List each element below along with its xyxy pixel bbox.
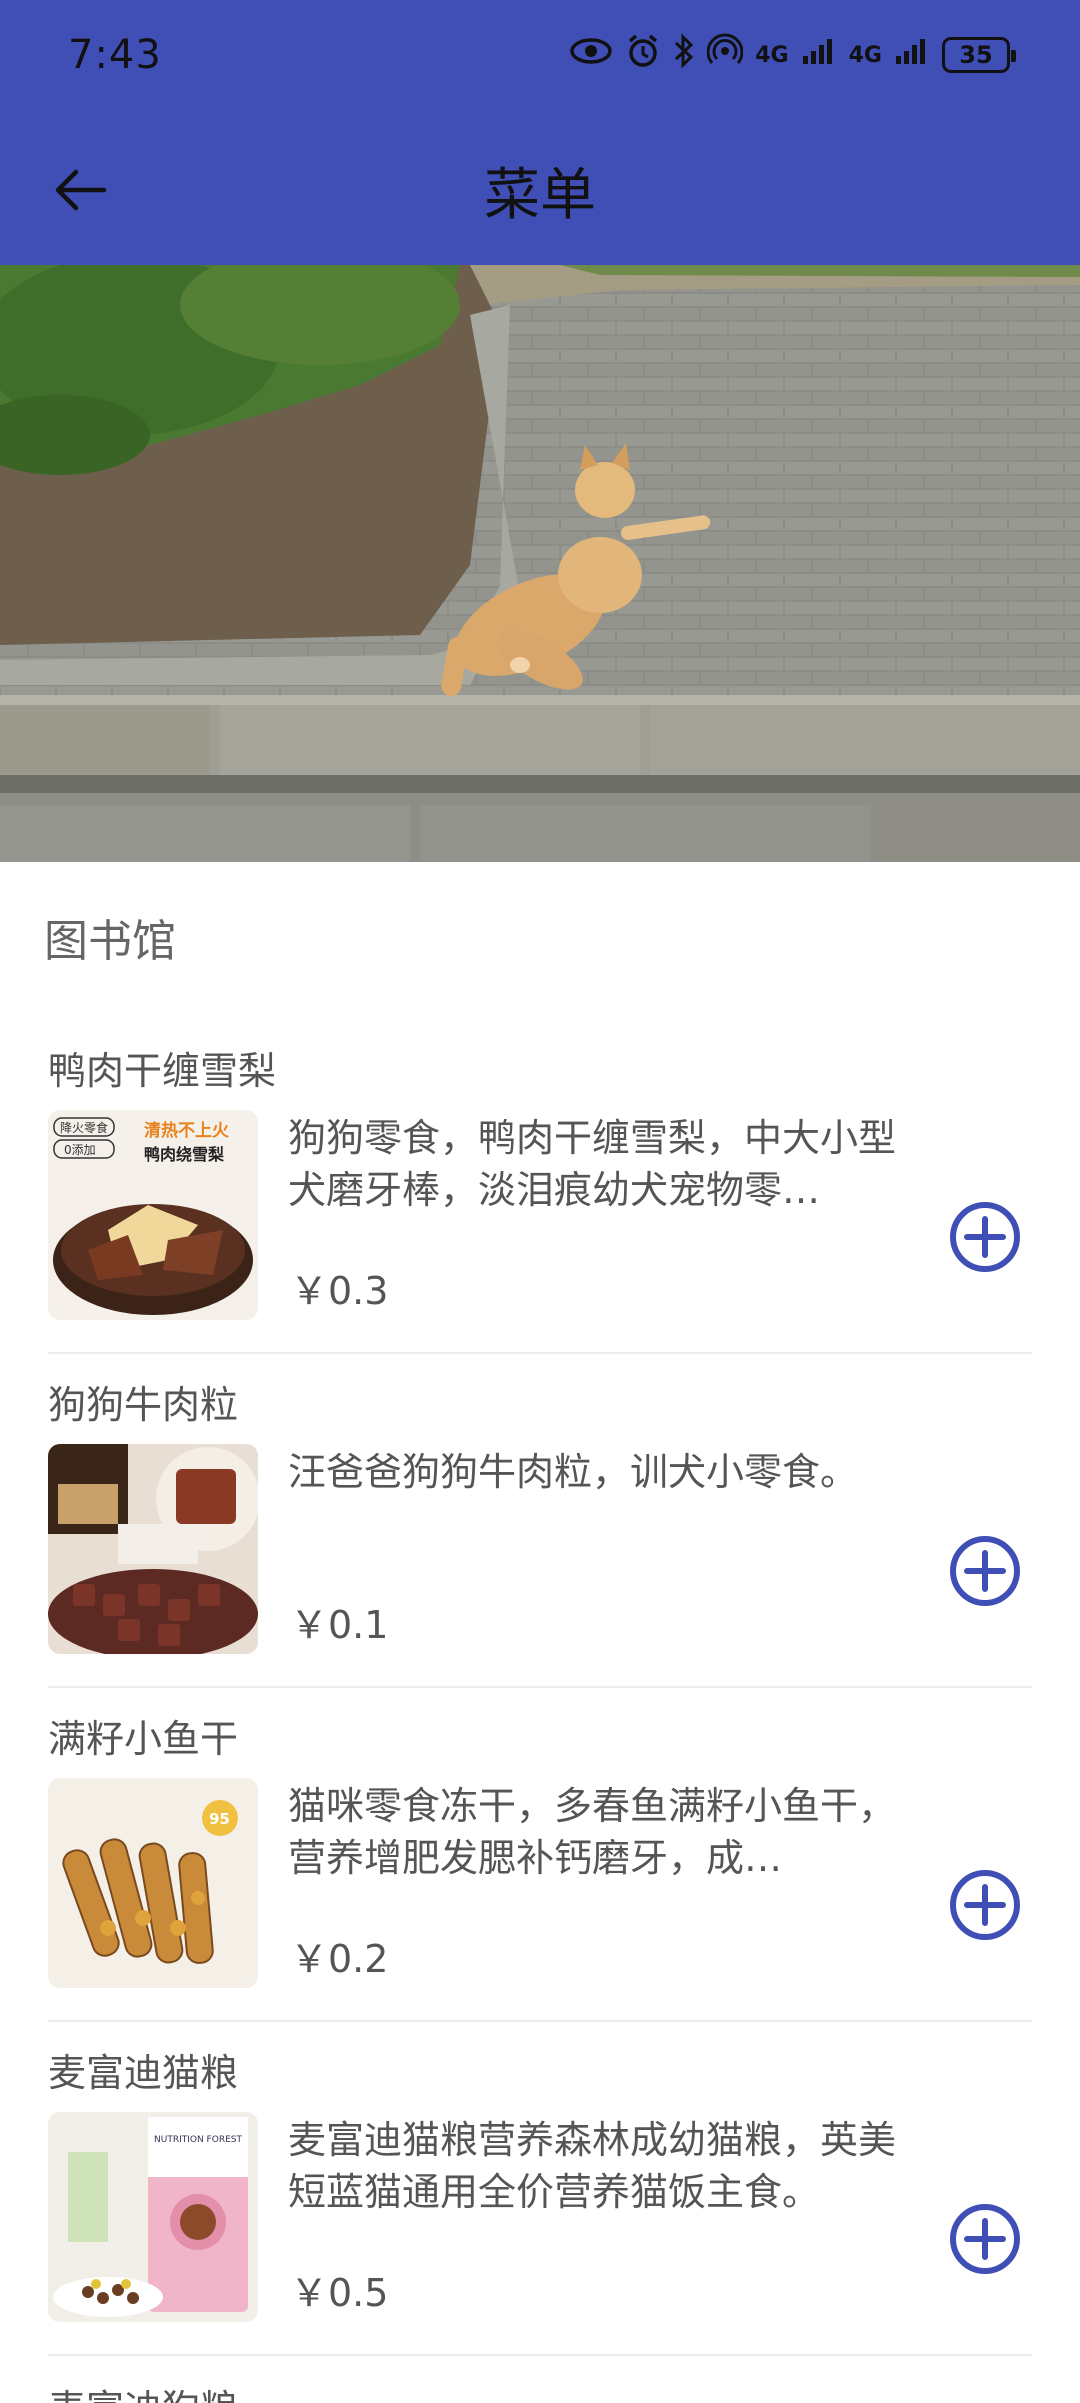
item-description: 狗狗零食，鸭肉干缠雪梨，中大小型犬磨牙棒，淡泪痕幼犬宠物零… [288, 1116, 897, 1212]
battery-icon: 35 [942, 37, 1016, 73]
item-name: 狗狗牛肉粒 [48, 1383, 239, 1427]
svg-text:清热不上火: 清热不上火 [144, 1120, 230, 1141]
section-title: 图书馆 [44, 916, 176, 967]
bluetooth-icon [673, 33, 695, 77]
add-circle-icon [950, 1202, 1020, 1272]
item-name-partial[interactable]: 麦富迪狗粮 [48, 2378, 238, 2403]
item-thumbnail [48, 1444, 258, 1654]
svg-text:NUTRITION FOREST: NUTRITION FOREST [154, 2135, 242, 2145]
add-circle-icon [950, 2204, 1020, 2274]
back-button[interactable] [40, 150, 120, 230]
svg-text:0添加: 0添加 [64, 1143, 96, 1157]
svg-text:鸭肉绕雪梨: 鸭肉绕雪梨 [144, 1145, 225, 1164]
status-bar: 7:43 4G 4G 35 [0, 0, 1080, 110]
add-button[interactable] [948, 1868, 1022, 1942]
eye-icon [569, 36, 613, 74]
item-description: 汪爸爸狗狗牛肉粒，训犬小零食。 [288, 1450, 859, 1494]
list-item[interactable]: 麦富迪猫粮 NUTRITION FOREST 麦富迪猫粮营养森林成幼猫粮，英美短… [0, 2022, 1080, 2356]
toolbar: 菜单 [0, 120, 1080, 260]
add-button[interactable] [948, 2202, 1022, 2276]
back-arrow-icon [55, 169, 107, 211]
divider [48, 2354, 1032, 2356]
status-icons: 4G 4G 35 [569, 33, 1016, 77]
alarm-icon [625, 33, 661, 77]
item-price: ￥0.3 [290, 1269, 389, 1313]
app-bar: 7:43 4G 4G 35 菜单 [0, 0, 1080, 265]
signal-icon-2 [894, 36, 930, 74]
network-type-2: 4G [848, 42, 882, 68]
network-type-1: 4G [755, 42, 789, 68]
add-circle-icon [950, 1870, 1020, 1940]
item-description: 麦富迪猫粮营养森林成幼猫粮，英美短蓝猫通用全价营养猫饭主食。 [288, 2118, 897, 2214]
svg-text:降火零食: 降火零食 [60, 1120, 108, 1135]
status-time: 7:43 [68, 32, 162, 78]
list-item[interactable]: 狗狗牛肉粒 汪爸爸狗狗牛肉粒，训犬小零食。 ￥0.1 [0, 1354, 1080, 1688]
svg-text:95: 95 [209, 1810, 230, 1828]
page-title: 菜单 [484, 162, 596, 228]
item-price: ￥0.2 [290, 1937, 389, 1981]
hotspot-icon [706, 33, 744, 77]
item-thumbnail: 95 [48, 1778, 258, 1988]
signal-icon [801, 36, 837, 74]
item-thumbnail: 清热不上火 鸭肉绕雪梨 降火零食 0添加 [48, 1110, 258, 1320]
item-price: ￥0.5 [290, 2271, 389, 2315]
list-item[interactable]: 满籽小鱼干 95 猫咪零食冻干，多春鱼满籽小鱼干，营养增肥发腮补钙磨牙，成… ￥ [0, 1688, 1080, 2022]
item-thumbnail: NUTRITION FOREST [48, 2112, 258, 2322]
add-button[interactable] [948, 1200, 1022, 1274]
item-price: ￥0.1 [290, 1603, 389, 1647]
item-name: 鸭肉干缠雪梨 [48, 1049, 277, 1093]
list-item[interactable]: 鸭肉干缠雪梨 清热不上火 鸭肉绕雪梨 降火零食 0添加 狗狗零食，鸭肉干缠雪梨，… [0, 1020, 1080, 1354]
item-description: 猫咪零食冻干，多春鱼满籽小鱼干，营养增肥发腮补钙磨牙，成… [288, 1784, 897, 1880]
hero-image [0, 265, 1080, 862]
add-circle-icon [950, 1536, 1020, 1606]
product-list: 鸭肉干缠雪梨 清热不上火 鸭肉绕雪梨 降火零食 0添加 狗狗零食，鸭肉干缠雪梨，… [0, 1020, 1080, 2356]
item-name: 满籽小鱼干 [48, 1717, 239, 1761]
add-button[interactable] [948, 1534, 1022, 1608]
item-name: 麦富迪猫粮 [48, 2051, 239, 2095]
